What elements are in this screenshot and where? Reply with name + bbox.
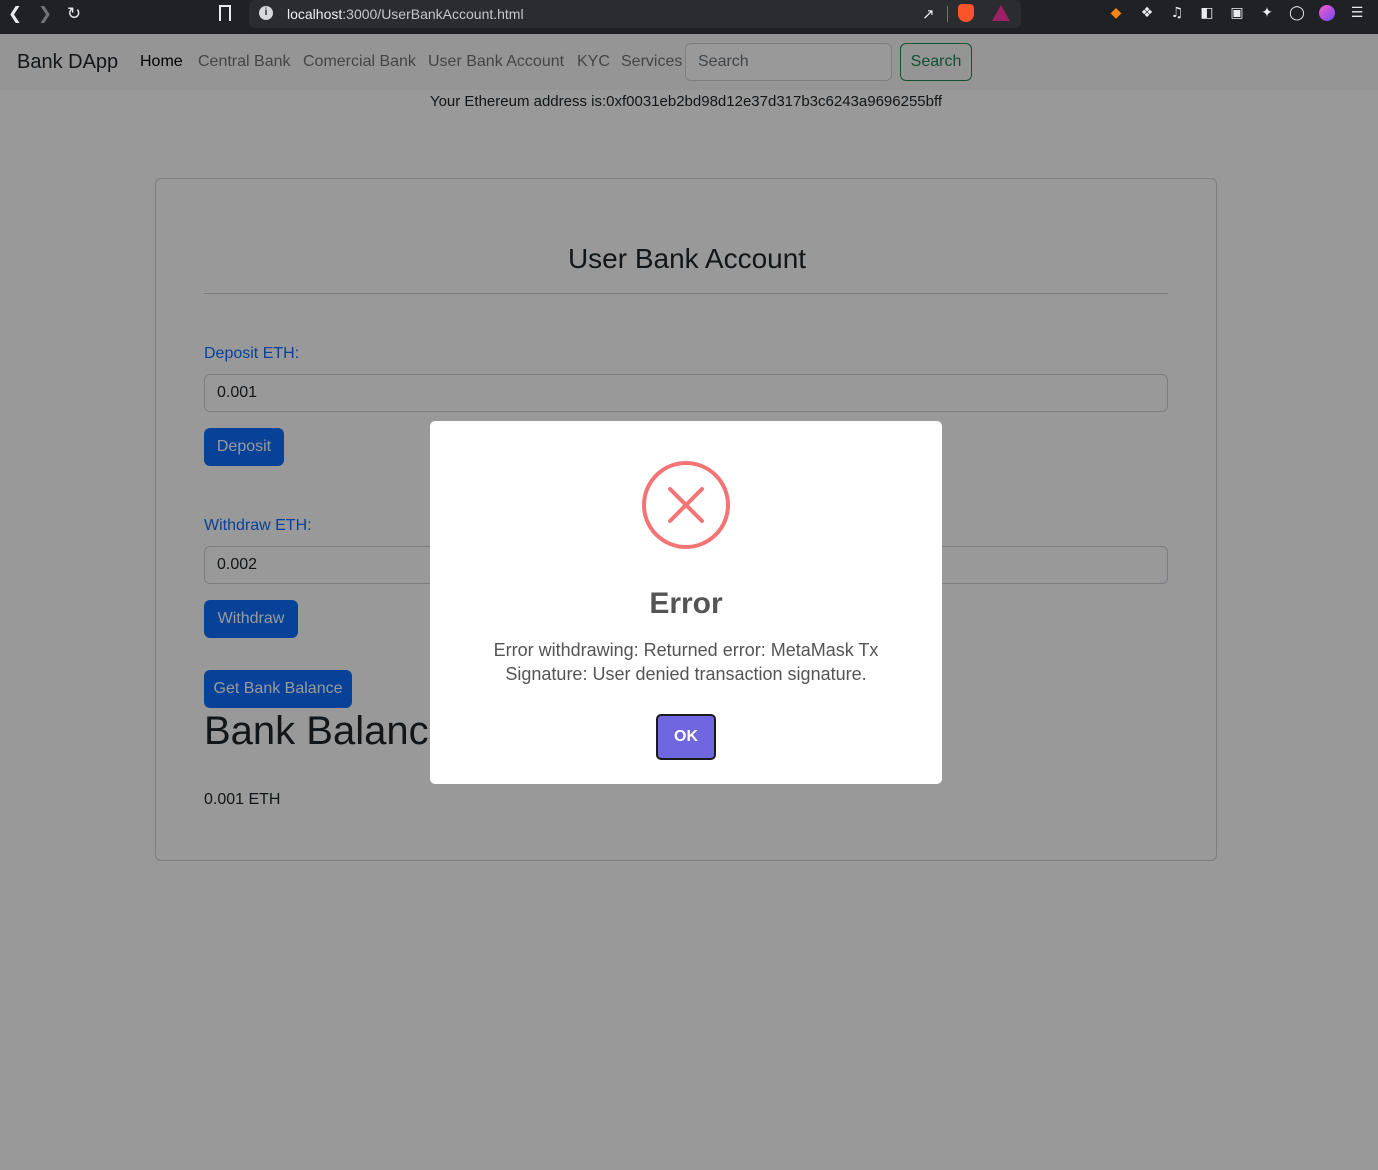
wallet-icon[interactable]: ▣ bbox=[1228, 4, 1246, 22]
toolbar-divider bbox=[947, 6, 948, 22]
forward-icon[interactable]: ❯ bbox=[33, 2, 57, 26]
url-text: localhost:3000/UserBankAccount.html bbox=[287, 6, 524, 22]
page: Bank DApp Home Central Bank Comercial Ba… bbox=[0, 34, 1378, 1170]
error-x-icon bbox=[642, 461, 730, 549]
back-icon[interactable]: ❮ bbox=[3, 2, 27, 26]
metamask-icon[interactable]: ◆ bbox=[1107, 4, 1125, 22]
brave-shields-icon[interactable] bbox=[958, 4, 974, 22]
bookmark-icon[interactable] bbox=[219, 5, 231, 21]
reload-icon[interactable]: ↻ bbox=[62, 2, 86, 26]
site-info-icon[interactable]: i bbox=[259, 6, 273, 20]
address-bar[interactable]: i localhost:3000/UserBankAccount.html bbox=[249, 0, 1021, 28]
ok-button[interactable]: OK bbox=[656, 714, 716, 760]
media-icon[interactable]: ♫ bbox=[1168, 4, 1186, 22]
sidebar-icon[interactable]: ◧ bbox=[1198, 4, 1216, 22]
dialog-message: Error withdrawing: Returned error: MetaM… bbox=[493, 640, 879, 684]
profile-icon[interactable] bbox=[1318, 4, 1336, 22]
share-icon[interactable]: ↗ bbox=[922, 5, 935, 23]
vpn-icon[interactable]: ◯ bbox=[1288, 4, 1306, 22]
extensions-icon[interactable]: ❖ bbox=[1138, 4, 1156, 22]
browser-toolbar: ❮ ❯ ↻ i localhost:3000/UserBankAccount.h… bbox=[0, 0, 1378, 34]
dialog-title: Error bbox=[649, 587, 723, 620]
leo-ai-icon[interactable]: ✦ bbox=[1258, 4, 1276, 22]
menu-icon[interactable]: ☰ bbox=[1348, 4, 1366, 22]
brave-rewards-icon[interactable] bbox=[992, 5, 1010, 21]
error-dialog: Error Error withdrawing: Returned error:… bbox=[430, 421, 942, 784]
